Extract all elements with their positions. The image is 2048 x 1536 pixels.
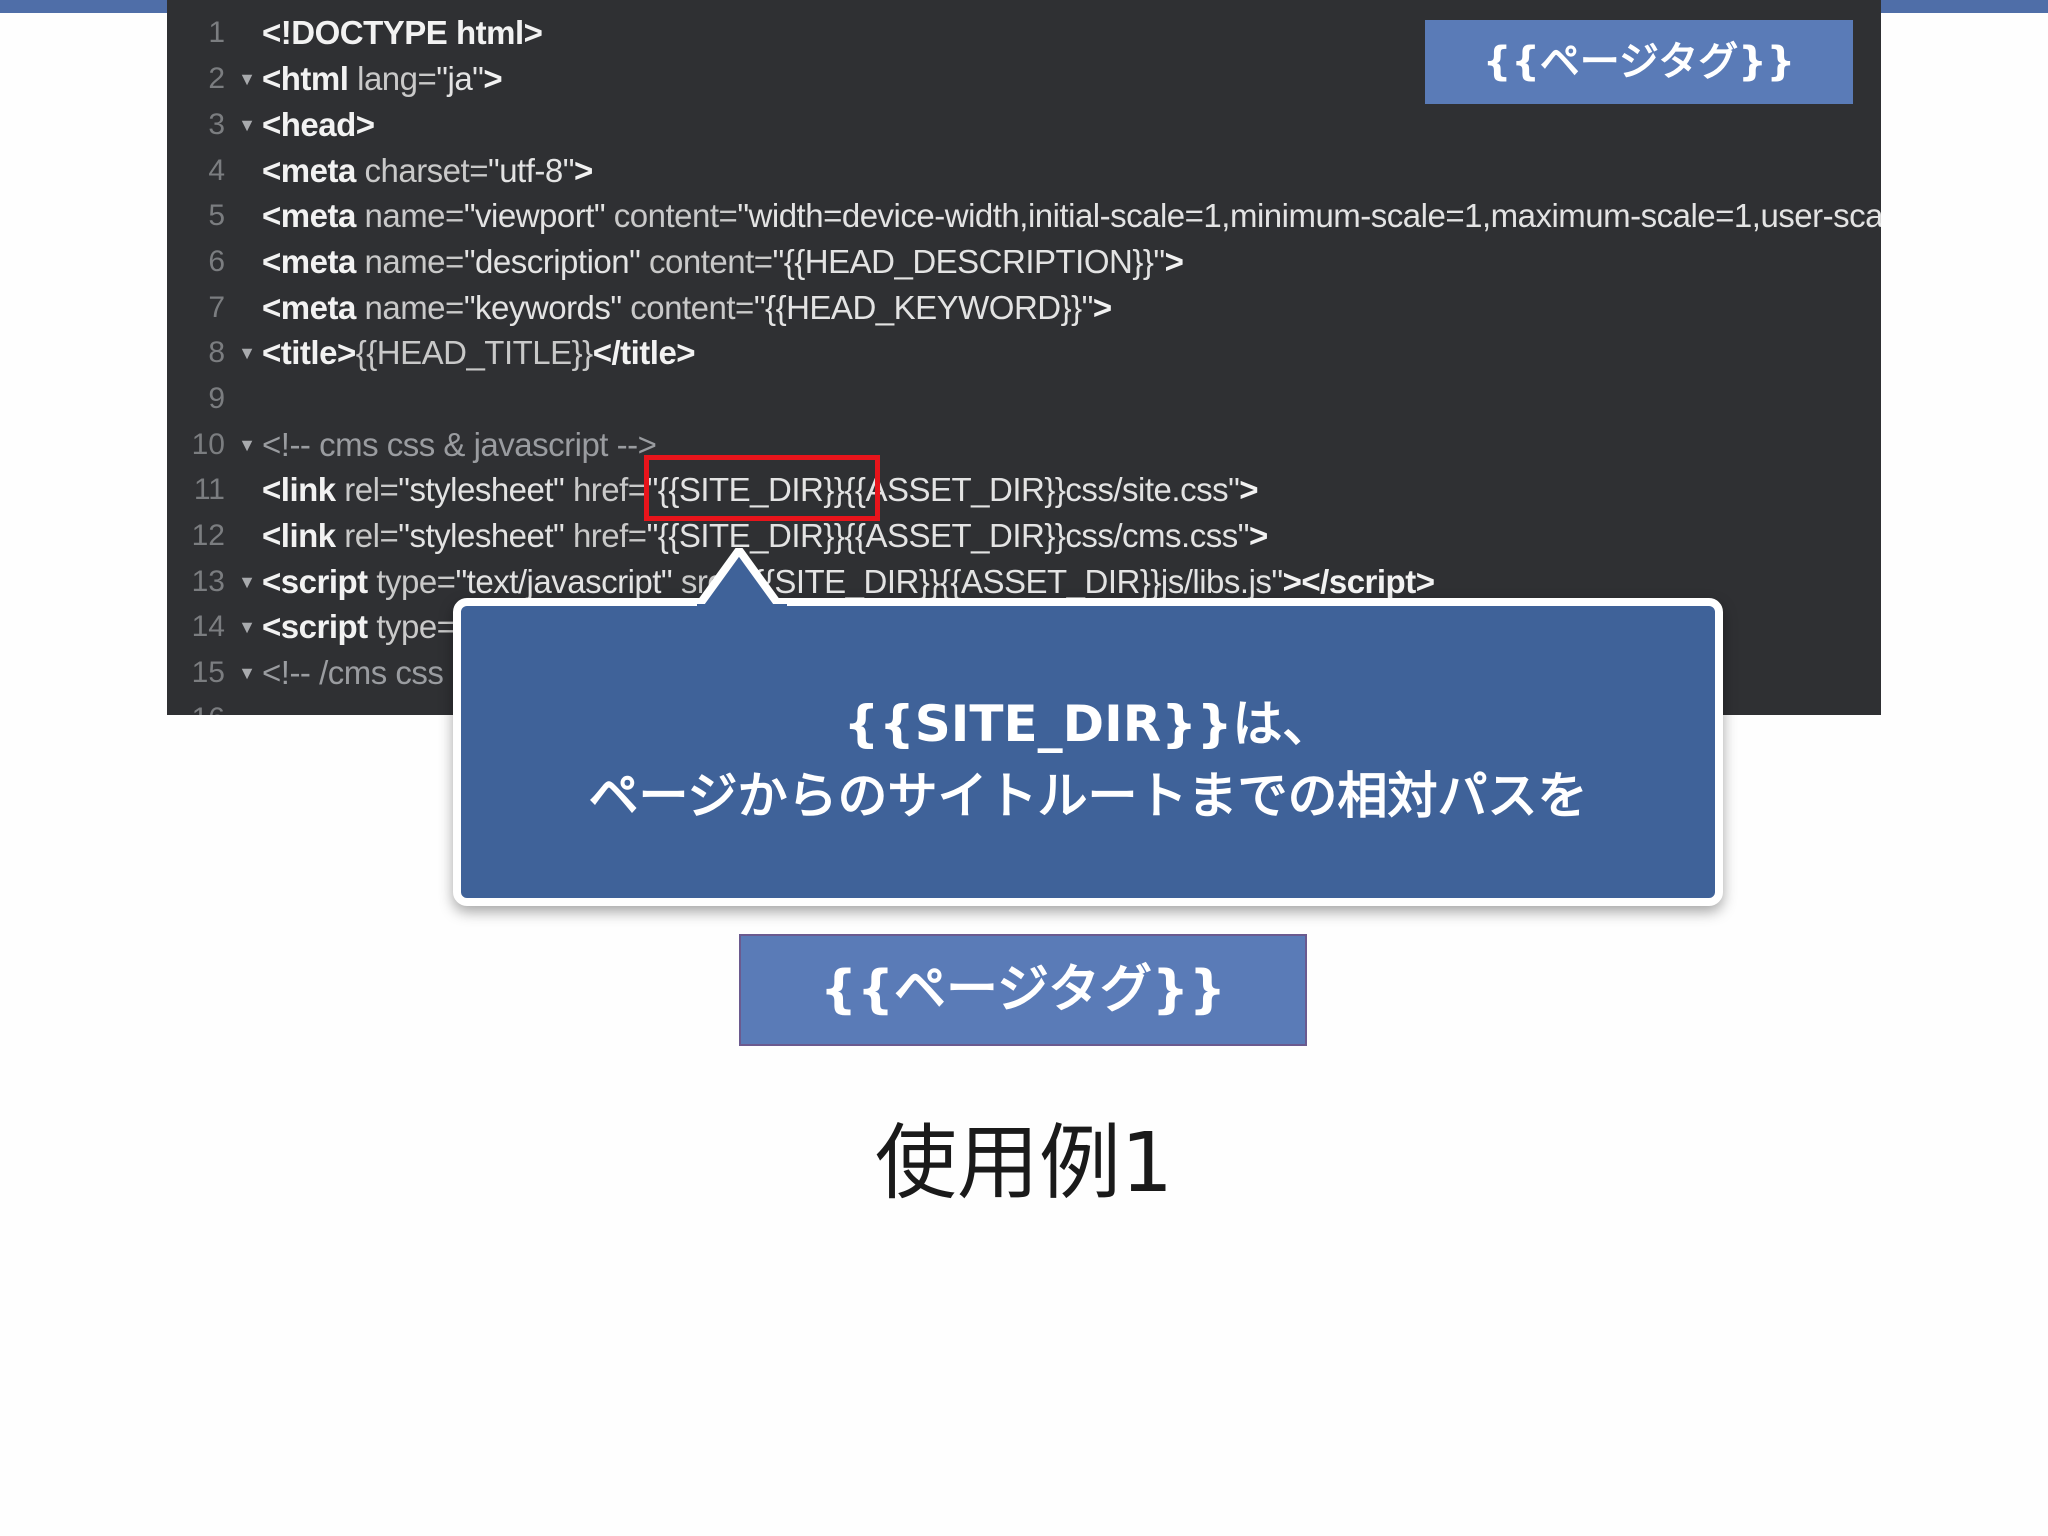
line-number: 7 — [208, 291, 225, 324]
code-line: 6 <meta name="description" content="{{HEA… — [167, 239, 1881, 285]
code-line: 8 ▼ <title>{{HEAD_TITLE}}</title> — [167, 330, 1881, 376]
fold-arrow-icon[interactable]: ▼ — [237, 56, 257, 102]
line-number: 8 — [208, 336, 225, 369]
site-dir-highlight-box — [644, 455, 880, 521]
code-text: <script type= — [262, 608, 456, 645]
fold-arrow-icon[interactable]: ▼ — [237, 422, 257, 468]
line-number: 6 — [208, 245, 225, 278]
code-text: <meta name="viewport" content="width=dev… — [262, 197, 1881, 234]
line-number: 3 — [208, 108, 225, 141]
code-line: 10 ▼ <!-- cms css & javascript --> — [167, 422, 1881, 468]
callout-line-2: ページからのサイトルートまでの相対パスを — [588, 767, 1588, 825]
fold-arrow-icon[interactable]: ▼ — [237, 650, 257, 696]
slide: 1 <!DOCTYPE html> 2 ▼ <html lang="ja"> 3 ▼ <hea… — [0, 0, 2048, 1536]
line-number: 11 — [193, 473, 225, 506]
code-line: 9 — [167, 376, 1881, 422]
callout-box: {{SITE_DIR}}は、 ページからのサイトルートまでの相対パスを — [453, 598, 1723, 906]
code-text: <!DOCTYPE html> — [262, 14, 543, 51]
line-number: 16 — [167, 696, 225, 715]
code-text: <title>{{HEAD_TITLE}}</title> — [262, 334, 696, 371]
line-number: 2 — [208, 62, 225, 95]
code-text: <meta name="description" content="{{HEAD… — [262, 243, 1184, 280]
fold-arrow-icon[interactable]: ▼ — [237, 330, 257, 376]
line-number: 10 — [191, 428, 225, 461]
line-number: 12 — [191, 519, 225, 552]
page-tag-label-bottom: {{ページタグ}} — [739, 934, 1307, 1046]
code-text: <html lang="ja"> — [262, 60, 503, 97]
code-text: <!-- cms css & javascript --> — [262, 426, 657, 463]
code-line: 5 <meta name="viewport" content="width=de… — [167, 193, 1881, 239]
fold-arrow-icon[interactable]: ▼ — [237, 559, 257, 605]
code-text: <meta name="keywords" content="{{HEAD_KE… — [262, 289, 1112, 326]
line-number: 13 — [191, 565, 225, 598]
line-number: 9 — [208, 382, 225, 415]
code-line: 3 ▼ <head> — [167, 102, 1881, 148]
page-tag-label-top: {{ページタグ}} — [1425, 20, 1853, 104]
callout-line-1: {{SITE_DIR}}は、 — [843, 695, 1333, 753]
line-number: 4 — [208, 154, 225, 187]
code-text: <meta charset="utf-8"> — [262, 152, 593, 189]
line-number: 1 — [208, 16, 225, 49]
line-number: 14 — [191, 610, 225, 643]
fold-arrow-icon[interactable]: ▼ — [237, 102, 257, 148]
code-line: 7 <meta name="keywords" content="{{HEAD_K… — [167, 285, 1881, 331]
slide-caption: 使用例1 — [874, 1116, 1174, 1211]
line-number: 5 — [208, 199, 225, 232]
line-number: 15 — [191, 656, 225, 689]
code-line: 11 <link rel="stylesheet" href="{{SITE_DI… — [167, 467, 1881, 513]
code-text: <!-- /cms css — [262, 654, 444, 691]
code-line: 4 <meta charset="utf-8"> — [167, 148, 1881, 194]
fold-arrow-icon[interactable]: ▼ — [237, 604, 257, 650]
code-line: 12 <link rel="stylesheet" href="{{SITE_DI… — [167, 513, 1881, 559]
code-text: <head> — [262, 106, 375, 143]
